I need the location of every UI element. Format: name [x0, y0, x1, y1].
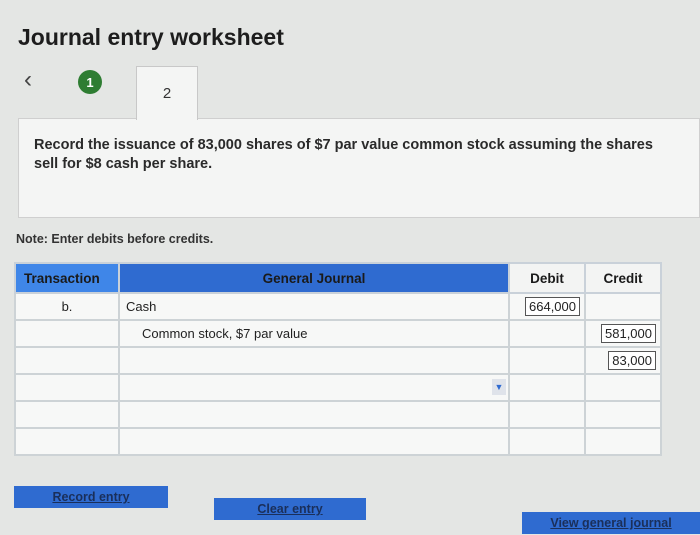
clear-entry-button[interactable]: Clear entry — [214, 498, 366, 520]
account-field[interactable]: Cash — [118, 292, 510, 321]
debit-header: Debit — [508, 262, 586, 294]
debit-field[interactable] — [508, 346, 586, 375]
tab-step-2[interactable]: 2 — [136, 66, 198, 120]
step-1-indicator[interactable]: 1 — [78, 70, 102, 94]
transaction-cell[interactable] — [14, 346, 120, 375]
table-row: ▼ — [14, 373, 662, 402]
table-row — [14, 427, 662, 456]
debit-field[interactable] — [508, 373, 586, 402]
page-title: Journal entry worksheet — [18, 24, 284, 50]
transaction-cell[interactable] — [14, 319, 120, 348]
credit-field[interactable]: 581,000 — [584, 319, 662, 348]
account-field[interactable]: Common stock, $7 par value — [118, 319, 510, 348]
chevron-left-icon[interactable]: ‹ — [24, 66, 32, 94]
chevron-down-icon[interactable]: ▼ — [492, 379, 506, 395]
debit-field[interactable] — [508, 400, 586, 429]
account-field[interactable] — [118, 400, 510, 429]
credit-value: 83,000 — [608, 351, 656, 370]
note-text: Note: Enter debits before credits. — [16, 232, 214, 246]
table-row — [14, 400, 662, 429]
credit-field[interactable] — [584, 427, 662, 456]
transaction-cell[interactable] — [14, 373, 120, 402]
credit-value: 581,000 — [601, 324, 656, 343]
table-row: 83,000 — [14, 346, 662, 375]
transaction-header: Transaction — [14, 262, 120, 294]
record-entry-button[interactable]: Record entry — [14, 486, 168, 508]
transaction-cell[interactable] — [14, 427, 120, 456]
transaction-cell[interactable] — [14, 400, 120, 429]
account-field[interactable] — [118, 427, 510, 456]
journal-table: Transaction General Journal Debit Credit… — [14, 262, 662, 456]
general-journal-header: General Journal — [118, 262, 510, 294]
credit-field[interactable] — [584, 400, 662, 429]
debit-field[interactable] — [508, 427, 586, 456]
debit-field[interactable] — [508, 319, 586, 348]
account-dropdown[interactable]: ▼ — [118, 373, 510, 402]
credit-field[interactable] — [584, 373, 662, 402]
table-row: Common stock, $7 par value 581,000 — [14, 319, 662, 348]
credit-field[interactable] — [584, 292, 662, 321]
instruction-text: Record the issuance of 83,000 shares of … — [34, 137, 653, 172]
transaction-cell[interactable]: b. — [14, 292, 120, 321]
debit-value: 664,000 — [525, 297, 580, 316]
credit-header: Credit — [584, 262, 662, 294]
table-row: b. Cash 664,000 — [14, 292, 662, 321]
account-field[interactable] — [118, 346, 510, 375]
credit-field[interactable]: 83,000 — [584, 346, 662, 375]
debit-field[interactable]: 664,000 — [508, 292, 586, 321]
view-general-journal-button[interactable]: View general journal — [522, 512, 700, 534]
